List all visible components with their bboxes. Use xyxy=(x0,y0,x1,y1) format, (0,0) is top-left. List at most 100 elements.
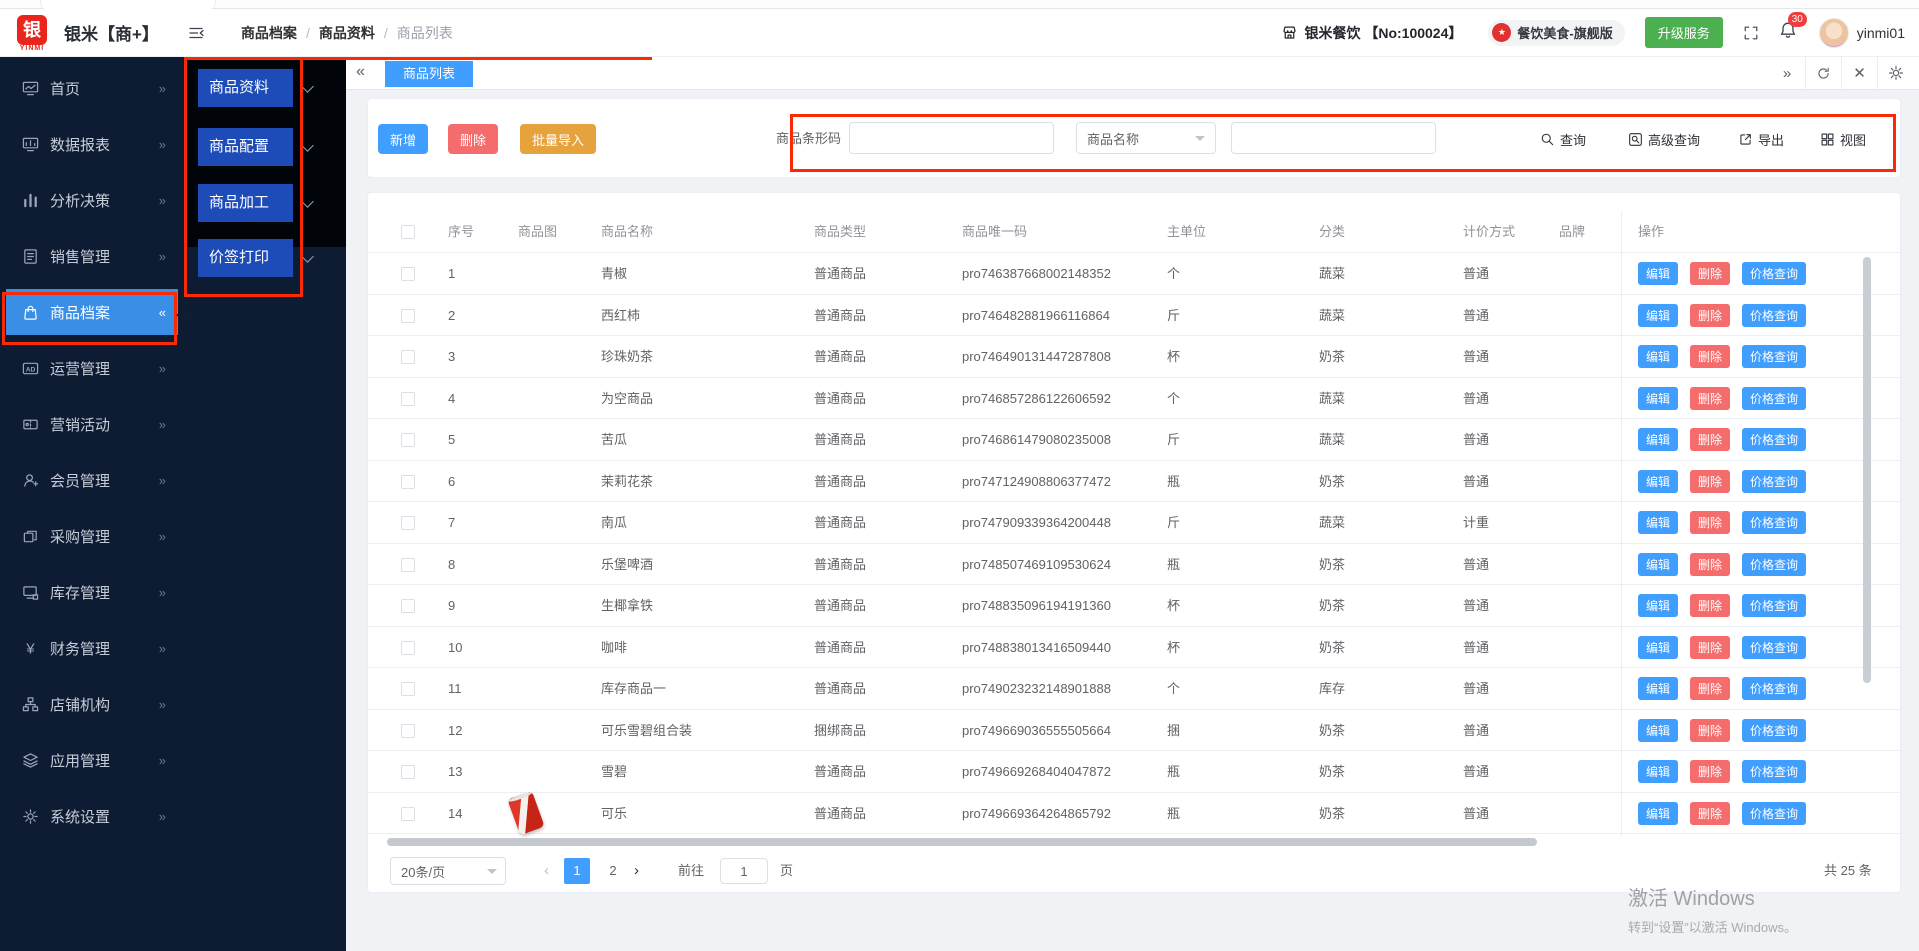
edit-button[interactable]: 编辑 xyxy=(1638,303,1679,327)
price-query-button[interactable]: 价格查询 xyxy=(1742,801,1807,825)
refresh-icon[interactable] xyxy=(1805,57,1841,89)
row-checkbox[interactable] xyxy=(401,723,415,738)
name-field-select[interactable]: 商品名称 xyxy=(1076,122,1216,154)
price-query-button[interactable]: 价格查询 xyxy=(1742,428,1807,451)
price-query-button[interactable]: 价格查询 xyxy=(1742,718,1807,742)
sidebar-item-goods[interactable]: 商品档案 « xyxy=(6,289,178,335)
delete-row-button[interactable]: 删除 xyxy=(1690,677,1731,700)
edit-button[interactable]: 编辑 xyxy=(1638,594,1679,617)
breadcrumb-item[interactable]: 商品资料 xyxy=(319,23,375,43)
price-query-button[interactable]: 价格查询 xyxy=(1742,760,1807,783)
delete-row-button[interactable]: 删除 xyxy=(1690,511,1731,534)
chevron-down-icon[interactable] xyxy=(301,250,314,263)
delete-row-button[interactable]: 删除 xyxy=(1690,428,1731,451)
row-checkbox[interactable] xyxy=(401,557,415,572)
tab-product-list[interactable]: 商品列表 xyxy=(385,61,474,87)
edit-button[interactable]: 编辑 xyxy=(1638,469,1679,493)
delete-row-button[interactable]: 删除 xyxy=(1690,303,1731,327)
prev-page-icon[interactable]: ‹ xyxy=(544,857,549,885)
submenu-item-1[interactable]: 商品资料 xyxy=(198,69,293,107)
delete-row-button[interactable]: 删除 xyxy=(1690,386,1731,410)
row-checkbox[interactable] xyxy=(401,391,415,406)
submenu-item-4[interactable]: 价签打印 xyxy=(198,239,293,277)
sidebar-item-apps[interactable]: 应用管理 » xyxy=(6,737,178,783)
select-all-checkbox[interactable] xyxy=(401,225,415,239)
product-image-cola-can[interactable] xyxy=(507,790,545,835)
edit-button[interactable]: 编辑 xyxy=(1638,718,1679,742)
edit-button[interactable]: 编辑 xyxy=(1638,262,1679,285)
delete-button[interactable]: 删除 xyxy=(448,124,499,154)
sidebar-item-sales[interactable]: 销售管理 » xyxy=(6,233,178,279)
price-query-button[interactable]: 价格查询 xyxy=(1742,262,1807,285)
name-input[interactable] xyxy=(1231,122,1436,154)
edit-button[interactable]: 编辑 xyxy=(1638,760,1679,783)
fullscreen-icon[interactable] xyxy=(1743,25,1759,41)
vertical-scrollbar[interactable] xyxy=(1863,257,1871,683)
price-query-button[interactable]: 价格查询 xyxy=(1742,552,1807,576)
add-button[interactable]: 新增 xyxy=(378,124,429,154)
next-page-icon[interactable]: › xyxy=(634,857,639,885)
avatar[interactable] xyxy=(1818,17,1849,48)
submenu-item-2[interactable]: 商品配置 xyxy=(198,128,293,166)
row-checkbox[interactable] xyxy=(401,682,415,696)
edit-button[interactable]: 编辑 xyxy=(1638,635,1679,659)
row-checkbox[interactable] xyxy=(401,640,415,655)
delete-row-button[interactable]: 删除 xyxy=(1690,345,1731,368)
sidebar-item-purchase[interactable]: 采购管理 » xyxy=(6,513,178,559)
sidebar-item-marketing[interactable]: 营销活动 » xyxy=(6,401,178,447)
sidebar-item-analysis[interactable]: 分析决策 » xyxy=(6,177,178,223)
edit-button[interactable]: 编辑 xyxy=(1638,428,1679,451)
notifications[interactable]: 30 xyxy=(1779,12,1807,44)
edit-button[interactable]: 编辑 xyxy=(1638,677,1679,700)
edit-button[interactable]: 编辑 xyxy=(1638,386,1679,410)
sidebar-item-report[interactable]: 数据报表 » xyxy=(6,121,178,167)
page-number-1[interactable]: 1 xyxy=(564,858,590,884)
delete-row-button[interactable]: 删除 xyxy=(1690,718,1731,742)
sidebar-item-finance[interactable]: ¥ 财务管理 » xyxy=(6,625,178,671)
delete-row-button[interactable]: 删除 xyxy=(1690,552,1731,576)
row-checkbox[interactable] xyxy=(401,765,415,779)
advanced-search-button[interactable]: 高级查询 xyxy=(1628,124,1700,154)
search-button[interactable]: 查询 xyxy=(1540,124,1586,154)
export-button[interactable]: 导出 xyxy=(1738,124,1784,154)
edit-button[interactable]: 编辑 xyxy=(1638,511,1679,534)
tab-scroll-left-icon[interactable]: « xyxy=(356,63,365,81)
sidebar-item-inventory[interactable]: 库存管理 » xyxy=(6,569,178,615)
menu-fold-icon[interactable] xyxy=(187,24,205,42)
close-icon[interactable]: ✕ xyxy=(1841,57,1877,89)
price-query-button[interactable]: 价格查询 xyxy=(1742,303,1807,327)
goto-page-input[interactable] xyxy=(720,858,768,884)
row-checkbox[interactable] xyxy=(401,516,415,530)
price-query-button[interactable]: 价格查询 xyxy=(1742,345,1807,368)
edit-button[interactable]: 编辑 xyxy=(1638,345,1679,368)
row-checkbox[interactable] xyxy=(401,433,415,447)
barcode-input[interactable] xyxy=(849,122,1054,154)
price-query-button[interactable]: 价格查询 xyxy=(1742,677,1807,700)
delete-row-button[interactable]: 删除 xyxy=(1690,469,1731,493)
delete-row-button[interactable]: 删除 xyxy=(1690,801,1731,825)
page-size-select[interactable]: 20条/页 xyxy=(390,857,506,885)
delete-row-button[interactable]: 删除 xyxy=(1690,594,1731,617)
delete-row-button[interactable]: 删除 xyxy=(1690,262,1731,285)
row-checkbox[interactable] xyxy=(401,308,415,323)
price-query-button[interactable]: 价格查询 xyxy=(1742,594,1807,617)
upgrade-service-button[interactable]: 升级服务 xyxy=(1644,17,1723,48)
row-checkbox[interactable] xyxy=(401,267,415,281)
edit-button[interactable]: 编辑 xyxy=(1638,552,1679,576)
breadcrumb-item[interactable]: 商品档案 xyxy=(241,23,297,43)
price-query-button[interactable]: 价格查询 xyxy=(1742,469,1807,493)
row-checkbox[interactable] xyxy=(401,474,415,489)
gear-icon[interactable] xyxy=(1877,57,1913,89)
tab-scroll-right-icon[interactable]: » xyxy=(1769,57,1805,89)
plan-badge[interactable]: ★ 餐饮美食-旗舰版 xyxy=(1488,19,1625,46)
price-query-button[interactable]: 价格查询 xyxy=(1742,635,1807,659)
sidebar-item-org[interactable]: 店铺机构 » xyxy=(6,681,178,727)
view-button[interactable]: 视图 xyxy=(1820,124,1866,154)
sidebar-item-settings[interactable]: 系统设置 » xyxy=(6,793,178,839)
page-number-2[interactable]: 2 xyxy=(600,858,626,884)
row-checkbox[interactable] xyxy=(401,806,415,821)
price-query-button[interactable]: 价格查询 xyxy=(1742,511,1807,534)
sidebar-item-member[interactable]: 会员管理 » xyxy=(6,457,178,503)
row-checkbox[interactable] xyxy=(401,599,415,613)
edit-button[interactable]: 编辑 xyxy=(1638,801,1679,825)
